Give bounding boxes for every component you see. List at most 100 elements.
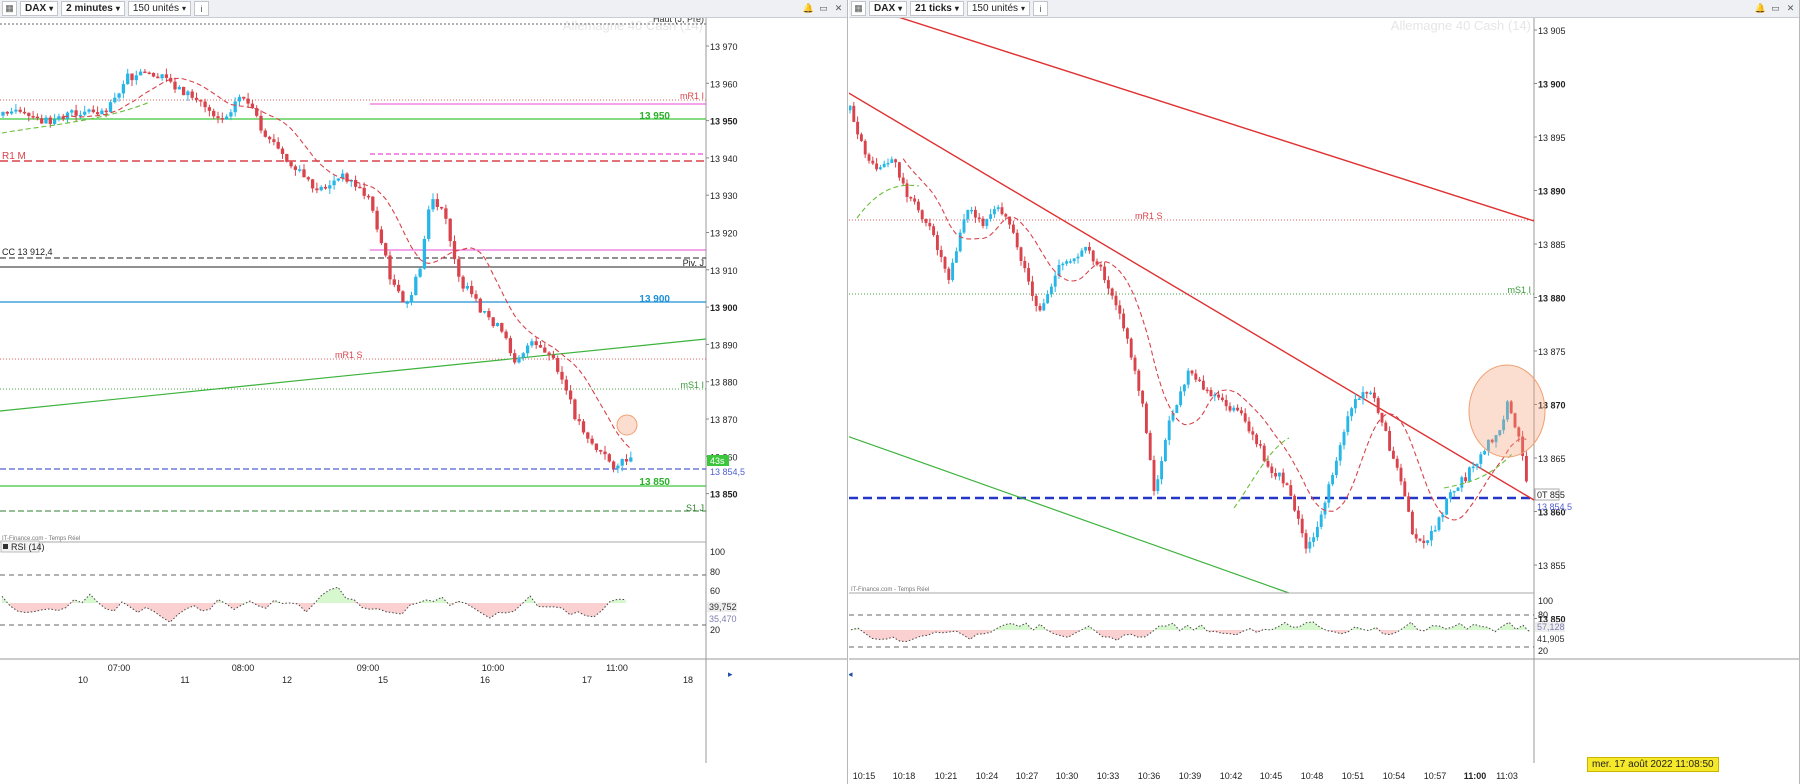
candle [543,347,547,353]
minimize-icon[interactable]: ▭ [1769,2,1782,15]
candle [1194,373,1198,380]
candle [465,285,470,289]
trendline-green [849,436,1290,594]
candle [547,352,551,355]
instrument-label: DAX [874,3,896,14]
instrument-select[interactable]: DAX ▾ [869,1,908,16]
candle [117,93,121,98]
timeframe-label: 21 ticks [915,3,952,14]
time-tick-label: 09:00 [357,663,380,673]
rsi-fill [186,603,194,609]
price-tick-label: 13 855 [1538,561,1566,571]
instrument-select[interactable]: DAX ▾ [20,1,59,16]
candle [1,111,5,116]
candle [977,217,981,220]
grid-icon[interactable]: ▦ [2,1,17,16]
candle [1524,455,1528,482]
candle [530,341,534,346]
info-button[interactable]: i [1033,1,1049,16]
time-tick-label: 10:30 [1056,771,1079,781]
candle [173,81,177,90]
candle [564,379,568,391]
candle [581,421,586,433]
candle [504,331,508,339]
candle [1460,477,1464,488]
candle [875,163,879,170]
candle [156,76,160,79]
candle [1418,538,1422,541]
candle [920,210,924,220]
timeframe-select[interactable]: 21 ticks ▾ [910,1,964,16]
candle [1019,247,1023,261]
candle [1258,444,1262,446]
minimize-icon[interactable]: ▭ [817,2,830,15]
rsi-fill [1488,627,1495,632]
candle [353,179,358,187]
candle [1388,430,1392,451]
time-tick-label: 10:45 [1260,771,1283,781]
candle [1395,458,1399,468]
grid-icon[interactable]: ▦ [851,1,866,16]
rsi-fill [274,600,282,604]
candle [943,257,947,269]
candle [1433,530,1437,532]
candle [1346,416,1350,433]
price-tick-label: 13 940 [710,154,738,164]
label-13850: 13 850 [639,477,670,488]
candle [1224,400,1228,407]
candle [91,109,95,113]
price-chart-right[interactable]: 13 905 13 900 13 895 13 890 13 885 13 880 13 8… [849,18,1800,784]
candle [1030,281,1034,296]
candle [1004,214,1008,217]
alert-icon[interactable]: 🔔 [1754,2,1767,15]
time-tick-label: 10:51 [1342,771,1365,781]
candle [859,134,863,141]
date-tick-label: 12 [282,675,292,685]
rsi-fill [554,603,562,608]
candle [897,162,901,178]
price-tick-label: 13 875 [1538,347,1566,357]
label-piv: Piv. J [683,258,704,268]
date-tick-label: 11 [180,675,189,685]
candle [1175,405,1179,414]
price-tick-label: 13 960 [710,79,738,89]
price-tick-label: 13 910 [710,266,738,276]
candle [280,148,285,154]
candle [886,162,890,165]
candle [1361,392,1365,399]
rsi-fill [1138,630,1145,638]
candle [1403,481,1407,497]
candle [1274,473,1278,477]
candle [1441,514,1445,518]
close-icon[interactable]: ✕ [1784,2,1797,15]
alert-icon[interactable]: 🔔 [802,2,815,15]
candle [267,136,272,140]
candle [14,109,18,112]
timeframe-select[interactable]: 2 minutes ▾ [61,1,125,16]
candle [935,235,939,251]
candle [194,97,199,100]
candle [508,338,513,354]
units-select[interactable]: 150 unités ▾ [966,1,1031,16]
candle [1061,263,1065,266]
candle [1038,306,1042,311]
candle [224,116,229,120]
highlight-circle [1468,364,1546,458]
price-tick-label: 13 850 [710,490,738,500]
close-icon[interactable]: ✕ [832,2,845,15]
candle [418,268,422,277]
time-tick-label: 10:36 [1138,771,1161,781]
price-tag-value: 13 854,5 [1537,502,1572,512]
candle [306,177,310,180]
label-s1j: S1 J [686,503,704,513]
price-chart-left[interactable]: 13 970 13 960 13 950 13 940 13 930 13 920 13 9… [0,18,848,784]
candle [521,353,525,358]
candle [1266,460,1270,467]
units-select[interactable]: 150 unités ▾ [127,1,192,16]
price-tick-label: 13 885 [1538,240,1566,250]
rsi-fill [1145,630,1152,637]
rsi-level-label: 80 [1538,610,1548,620]
candle [1331,474,1335,485]
candle [1209,390,1213,397]
info-button[interactable]: i [194,1,210,16]
